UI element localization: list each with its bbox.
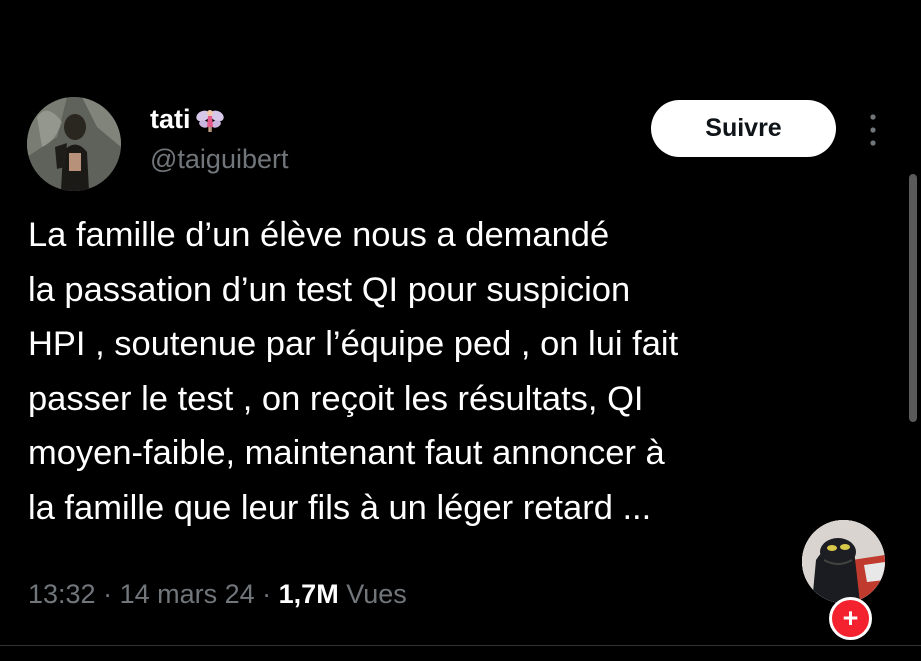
display-name-text: tati <box>150 104 191 134</box>
tweet-card: tati @taiguibert Suivre La famille d’un … <box>0 0 921 661</box>
tweet-line: moyen-faible, maintenant faut annoncer à <box>28 434 665 472</box>
tweet-text: La famille d’un élève nous a demandé la … <box>28 208 888 535</box>
follow-button[interactable]: Suivre <box>651 100 836 157</box>
tweet-time[interactable]: 13:32 <box>28 579 96 609</box>
tweet-line: la famille que leur fils à un léger reta… <box>28 488 652 527</box>
views-label: Vues <box>346 579 407 609</box>
views-count: 1,7M <box>278 579 339 609</box>
meta-separator: · <box>254 579 279 609</box>
tweet-date[interactable]: 14 mars 24 <box>120 579 255 609</box>
divider <box>0 645 921 646</box>
more-vertical-icon[interactable] <box>866 112 880 148</box>
meta-separator: · <box>95 579 120 609</box>
author-display-name[interactable]: tati <box>150 104 224 135</box>
tweet-line: la passation d’un test QI pour suspicion <box>28 270 631 309</box>
scrollbar[interactable] <box>909 174 917 422</box>
floating-avatar[interactable] <box>802 520 885 603</box>
fairy-icon <box>195 107 224 133</box>
plus-icon[interactable]: + <box>829 597 872 640</box>
tweet-line: passer le test , on reçoit les résultats… <box>28 379 644 418</box>
author-handle[interactable]: @taiguibert <box>150 144 288 175</box>
tweet-meta: 13:32 · 14 mars 24 · 1,7M Vues <box>28 579 407 610</box>
tweet-line: La famille d’un élève nous a demandé <box>28 216 610 254</box>
tweet-line: HPI , soutenue par l’équipe ped , on lui… <box>28 325 679 363</box>
author-avatar[interactable] <box>27 97 121 191</box>
frog-avatar-icon <box>802 520 885 603</box>
profile-photo-icon <box>27 97 121 191</box>
